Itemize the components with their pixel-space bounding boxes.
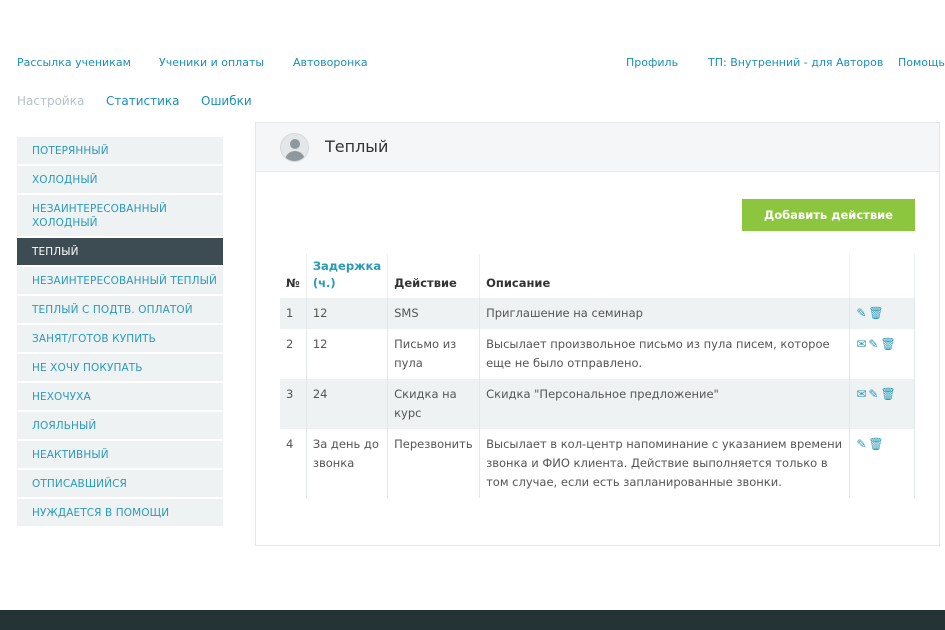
sidebar-item[interactable]: НЕЗАИНТЕРЕСОВАННЫЙ ХОЛОДНЫЙ bbox=[17, 195, 223, 236]
row-action: Скидка на курс bbox=[387, 379, 481, 429]
sidebar-item[interactable]: НЕ ХОЧУ ПОКУПАТЬ bbox=[17, 354, 223, 381]
row-action: SMS bbox=[387, 298, 481, 329]
row-actions: ✉ ✎ 🗑 bbox=[849, 379, 915, 429]
sidebar-item[interactable]: ЛОЯЛЬНЫЙ bbox=[17, 412, 223, 439]
header-num: № bbox=[280, 254, 307, 298]
row-num: 1 bbox=[280, 298, 307, 329]
page-title: Теплый bbox=[325, 137, 389, 156]
row-actions: ✎ 🗑 bbox=[849, 298, 915, 329]
mail-icon[interactable]: ✉ bbox=[856, 335, 866, 354]
sidebar-item[interactable]: НЕЗАИНТЕРЕСОВАННЫЙ ТЕПЛЫЙ bbox=[17, 267, 223, 294]
row-num: 4 bbox=[280, 429, 307, 498]
sidebar-item[interactable]: НУЖДАЕТСЯ В ПОМОЩИ bbox=[17, 499, 223, 526]
header-description: Описание bbox=[479, 254, 851, 298]
add-action-button[interactable]: Добавить действие bbox=[742, 199, 915, 231]
nav-tp-link[interactable]: ТП: Внутренний - для Авторов bbox=[708, 56, 883, 69]
sidebar-item[interactable]: ХОЛОДНЫЙ bbox=[17, 166, 223, 193]
subnav-errors[interactable]: Ошибки bbox=[201, 94, 252, 108]
nav-profile-link[interactable]: Профиль bbox=[626, 56, 678, 69]
row-description: Скидка "Персональное предложение" bbox=[479, 379, 851, 429]
footer-bar bbox=[0, 610, 945, 630]
header-action: Действие bbox=[387, 254, 481, 298]
table-row: 3 24 Скидка на курс Скидка "Персональное пр… bbox=[280, 379, 915, 429]
table-row: 4 За день до звонка Перезвонить Высылает в … bbox=[280, 429, 915, 498]
nav-help-link[interactable]: Помощь bbox=[898, 56, 945, 69]
table-row: 1 12 SMS Приглашение на семинар ✎ 🗑 bbox=[280, 298, 915, 329]
row-action: Письмо из пула bbox=[387, 329, 481, 379]
row-num: 3 bbox=[280, 379, 307, 429]
nav-autofunnel-link[interactable]: Автоворонка bbox=[293, 56, 368, 69]
subnav-stats[interactable]: Статистика bbox=[106, 94, 180, 108]
panel-header: Теплый bbox=[256, 123, 939, 172]
subnav-settings[interactable]: Настройка bbox=[17, 94, 84, 108]
row-action: Перезвонить bbox=[387, 429, 481, 498]
sidebar-item[interactable]: ОТПИСАВШИЙСЯ bbox=[17, 470, 223, 497]
sidebar-item[interactable]: ТЕПЛЫЙ bbox=[17, 238, 223, 265]
row-delay: 12 bbox=[306, 329, 389, 379]
main-panel: Теплый Добавить действие № Задержка (ч.)… bbox=[255, 122, 940, 546]
sidebar-item[interactable]: НЕАКТИВНЫЙ bbox=[17, 441, 223, 468]
header-icons bbox=[849, 254, 915, 298]
nav-students-link[interactable]: Ученики и оплаты bbox=[159, 56, 264, 69]
row-description: Приглашение на семинар bbox=[479, 298, 851, 329]
delete-icon[interactable]: 🗑 bbox=[868, 435, 883, 454]
row-delay: 12 bbox=[306, 298, 389, 329]
delete-icon[interactable]: 🗑 bbox=[880, 335, 895, 354]
header-delay[interactable]: Задержка (ч.) bbox=[306, 254, 389, 298]
edit-icon[interactable]: ✎ bbox=[856, 304, 866, 323]
row-num: 2 bbox=[280, 329, 307, 379]
sidebar: ПОТЕРЯННЫЙ ХОЛОДНЫЙ НЕЗАИНТЕРЕСОВАННЫЙ ХОЛ… bbox=[17, 137, 223, 528]
edit-icon[interactable]: ✎ bbox=[868, 385, 878, 404]
sidebar-item[interactable]: ЗАНЯТ/ГОТОВ КУПИТЬ bbox=[17, 325, 223, 352]
delete-icon[interactable]: 🗑 bbox=[868, 304, 883, 323]
edit-icon[interactable]: ✎ bbox=[868, 335, 878, 354]
sidebar-item[interactable]: ТЕПЛЫЙ С ПОДТВ. ОПЛАТОЙ bbox=[17, 296, 223, 323]
mail-icon[interactable]: ✉ bbox=[856, 385, 866, 404]
row-actions: ✉ ✎ 🗑 bbox=[849, 329, 915, 379]
actions-table: № Задержка (ч.) Действие Описание 1 12 SMS… bbox=[280, 254, 915, 498]
top-navigation: Рассылка ученикам Ученики и оплаты Автов… bbox=[0, 56, 945, 72]
row-actions: ✎ 🗑 bbox=[849, 429, 915, 498]
row-delay: 24 bbox=[306, 379, 389, 429]
row-description: Высылает произвольное письмо из пула пис… bbox=[479, 329, 851, 379]
sidebar-item[interactable]: ПОТЕРЯННЫЙ bbox=[17, 137, 223, 164]
delete-icon[interactable]: 🗑 bbox=[880, 385, 895, 404]
edit-icon[interactable]: ✎ bbox=[856, 435, 866, 454]
sidebar-item[interactable]: НЕХОЧУХА bbox=[17, 383, 223, 410]
row-description: Высылает в кол-центр напоминание с указа… bbox=[479, 429, 851, 498]
table-header-row: № Задержка (ч.) Действие Описание bbox=[280, 254, 915, 298]
row-delay: За день до звонка bbox=[306, 429, 389, 498]
nav-mailing-link[interactable]: Рассылка ученикам bbox=[17, 56, 131, 69]
avatar-icon bbox=[280, 133, 309, 162]
table-row: 2 12 Письмо из пула Высылает произвольное п… bbox=[280, 329, 915, 379]
